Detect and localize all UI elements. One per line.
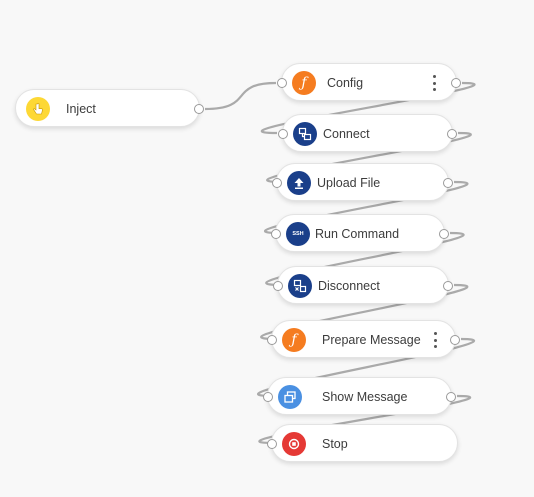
output-port[interactable]	[447, 129, 457, 139]
input-port[interactable]	[267, 335, 277, 345]
input-port[interactable]	[267, 439, 277, 449]
ssh-icon: SSH	[286, 222, 310, 246]
node-label: Run Command	[315, 227, 400, 241]
input-port[interactable]	[271, 229, 281, 239]
output-port[interactable]	[443, 178, 453, 188]
upload-icon	[287, 171, 311, 195]
node-label: Inject	[66, 102, 96, 116]
node-label: Show Message	[322, 390, 408, 404]
input-port[interactable]	[273, 281, 283, 291]
connect-node[interactable]: Connect	[278, 114, 457, 152]
network-disconnect-icon	[288, 274, 312, 298]
hand-pointer-icon	[26, 97, 50, 121]
node-label: Upload File	[317, 176, 381, 190]
output-port[interactable]	[439, 229, 449, 239]
more-menu-icon[interactable]	[433, 332, 437, 348]
output-port[interactable]	[194, 104, 204, 114]
node-label: Prepare Message	[322, 333, 421, 347]
network-icon	[293, 122, 317, 146]
node-label: Config	[327, 76, 364, 90]
more-menu-icon[interactable]	[432, 75, 436, 91]
prepare-message-node[interactable]: ƒ Prepare Message	[267, 320, 460, 358]
stop-node[interactable]: Stop	[267, 424, 458, 462]
output-port[interactable]	[451, 78, 461, 88]
input-port[interactable]	[263, 392, 273, 402]
output-port[interactable]	[450, 335, 460, 345]
upload-file-node[interactable]: Upload File	[272, 163, 453, 201]
input-port[interactable]	[278, 129, 288, 139]
run-command-node[interactable]: SSH Run Command	[271, 214, 449, 252]
input-port[interactable]	[272, 178, 282, 188]
inject-node[interactable]: Inject	[15, 89, 204, 127]
function-icon: ƒ	[292, 71, 316, 95]
node-label: Disconnect	[318, 279, 380, 293]
output-port[interactable]	[446, 392, 456, 402]
wire-inject-config	[204, 81, 277, 111]
stop-icon	[282, 432, 306, 456]
disconnect-node[interactable]: Disconnect	[273, 266, 453, 304]
show-message-node[interactable]: Show Message	[263, 377, 456, 415]
input-port[interactable]	[277, 78, 287, 88]
function-icon: ƒ	[282, 328, 306, 352]
window-icon	[278, 385, 302, 409]
output-port[interactable]	[443, 281, 453, 291]
node-label: Connect	[323, 127, 370, 141]
node-label: Stop	[322, 437, 348, 451]
config-node[interactable]: ƒ Config	[277, 63, 461, 101]
